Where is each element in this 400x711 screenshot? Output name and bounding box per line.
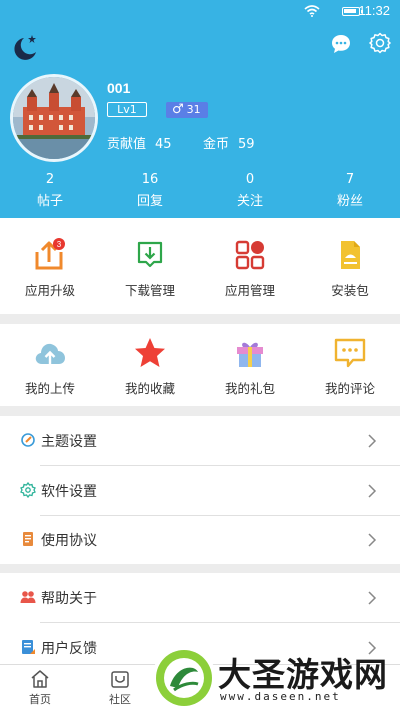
help-icon xyxy=(20,591,36,603)
tools-section: 3 应用升级 下载管理 应用管理 安装包 xyxy=(0,218,400,314)
message-icon[interactable] xyxy=(330,33,352,55)
gift-icon xyxy=(237,342,263,367)
upgrade-badge: 3 xyxy=(57,240,62,249)
contribution-value: 45 xyxy=(155,137,172,152)
settings-icon xyxy=(20,482,36,498)
tool-label: 下载管理 xyxy=(124,283,175,298)
download-manager-button[interactable]: 下载管理 xyxy=(100,238,200,299)
watermark-logo xyxy=(152,646,216,710)
my-favorites-button[interactable]: 我的收藏 xyxy=(100,336,200,397)
status-time: 11:32 xyxy=(358,3,390,18)
gender-age-badge: ♂ 31 xyxy=(166,102,208,118)
coins-label: 金币 xyxy=(203,137,230,152)
personal-label: 我的上传 xyxy=(24,381,75,396)
nav-community[interactable]: 社区 xyxy=(100,669,140,707)
stat-label: 回复 xyxy=(136,194,163,209)
stat-label: 粉丝 xyxy=(336,194,363,209)
tool-label: 应用管理 xyxy=(224,283,275,298)
avatar[interactable] xyxy=(10,74,98,162)
home-icon xyxy=(31,670,49,688)
my-comments-button[interactable]: 我的评论 xyxy=(300,336,400,397)
star-icon xyxy=(135,338,165,367)
community-icon xyxy=(111,671,129,688)
menu-label: 帮助关于 xyxy=(41,591,97,607)
menu-label: 软件设置 xyxy=(41,484,97,500)
my-uploads-button[interactable]: 我的上传 xyxy=(0,336,100,397)
upgrade-icon: 3 xyxy=(35,238,65,270)
menu-help-about[interactable]: 帮助关于 xyxy=(0,573,400,622)
status-bar: 11:32 xyxy=(0,0,400,24)
menu-label: 用户反馈 xyxy=(41,641,97,657)
level-badge: Lv1 xyxy=(107,102,147,117)
wifi-icon xyxy=(304,5,320,17)
coins-value: 59 xyxy=(238,137,255,152)
comment-icon xyxy=(334,338,366,368)
stat-label: 关注 xyxy=(236,194,263,209)
personal-label: 我的收藏 xyxy=(124,381,175,396)
my-gifts-button[interactable]: 我的礼包 xyxy=(200,336,300,397)
apps-icon xyxy=(235,240,265,270)
nav-label: 首页 xyxy=(29,693,51,706)
watermark-url: www.daseen.net xyxy=(220,690,341,703)
stat-value: 0 xyxy=(245,172,255,187)
stat-value: 16 xyxy=(141,172,159,187)
tool-label: 应用升级 xyxy=(24,283,75,298)
watermark-logo-icon xyxy=(156,650,212,706)
menu-theme-settings[interactable]: 主题设置 xyxy=(0,416,400,465)
nav-home[interactable]: 首页 xyxy=(20,669,60,707)
stat-value: 2 xyxy=(45,172,55,187)
male-icon: ♂ xyxy=(172,102,184,117)
username: 001 xyxy=(107,80,131,96)
chevron-right-icon xyxy=(368,484,377,498)
battery-icon xyxy=(342,7,363,16)
apk-icon xyxy=(341,241,360,269)
menu-label: 主题设置 xyxy=(41,434,97,450)
watermark-title: 大圣游戏网 xyxy=(218,655,388,694)
menu-software-settings[interactable]: 软件设置 xyxy=(0,466,400,515)
chevron-right-icon xyxy=(368,591,377,605)
chevron-right-icon xyxy=(368,434,377,448)
coins: 金币 59 xyxy=(203,133,255,152)
gear-icon[interactable] xyxy=(369,32,391,54)
personal-section: 我的上传 我的收藏 我的礼包 我的评论 xyxy=(0,324,400,406)
contribution: 贡献值 45 xyxy=(107,133,172,152)
stat-label: 帖子 xyxy=(36,194,63,209)
tool-label: 安装包 xyxy=(331,283,369,298)
menu-label: 使用协议 xyxy=(41,533,97,549)
age-value: 31 xyxy=(186,103,201,116)
stat-posts[interactable]: 2 帖子 xyxy=(20,172,80,209)
night-mode-icon[interactable] xyxy=(10,32,40,62)
personal-label: 我的评论 xyxy=(324,381,375,396)
stat-following[interactable]: 0 关注 xyxy=(220,172,280,209)
contribution-label: 贡献值 xyxy=(107,137,147,152)
feedback-icon xyxy=(22,640,35,654)
theme-icon xyxy=(21,433,35,447)
personal-label: 我的礼包 xyxy=(224,381,275,396)
stat-replies[interactable]: 16 回复 xyxy=(120,172,180,209)
agreement-icon xyxy=(23,532,33,546)
apk-packages-button[interactable]: 安装包 xyxy=(300,238,400,299)
download-icon xyxy=(137,241,163,268)
chevron-right-icon xyxy=(368,533,377,547)
app-manager-button[interactable]: 应用管理 xyxy=(200,238,300,299)
settings-section: 主题设置 软件设置 使用协议 xyxy=(0,416,400,564)
stat-fans[interactable]: 7 粉丝 xyxy=(320,172,380,209)
app-upgrade-button[interactable]: 3 应用升级 xyxy=(0,238,100,299)
menu-user-agreement[interactable]: 使用协议 xyxy=(0,515,400,564)
profile-header: 11:32 001 Lv1 ♂ 31 贡献值 45 金币 59 2 帖子 16 … xyxy=(0,0,400,218)
cloud-upload-icon xyxy=(35,343,65,364)
avatar-image xyxy=(13,77,95,159)
nav-label: 社区 xyxy=(109,693,131,706)
stat-value: 7 xyxy=(345,172,355,187)
